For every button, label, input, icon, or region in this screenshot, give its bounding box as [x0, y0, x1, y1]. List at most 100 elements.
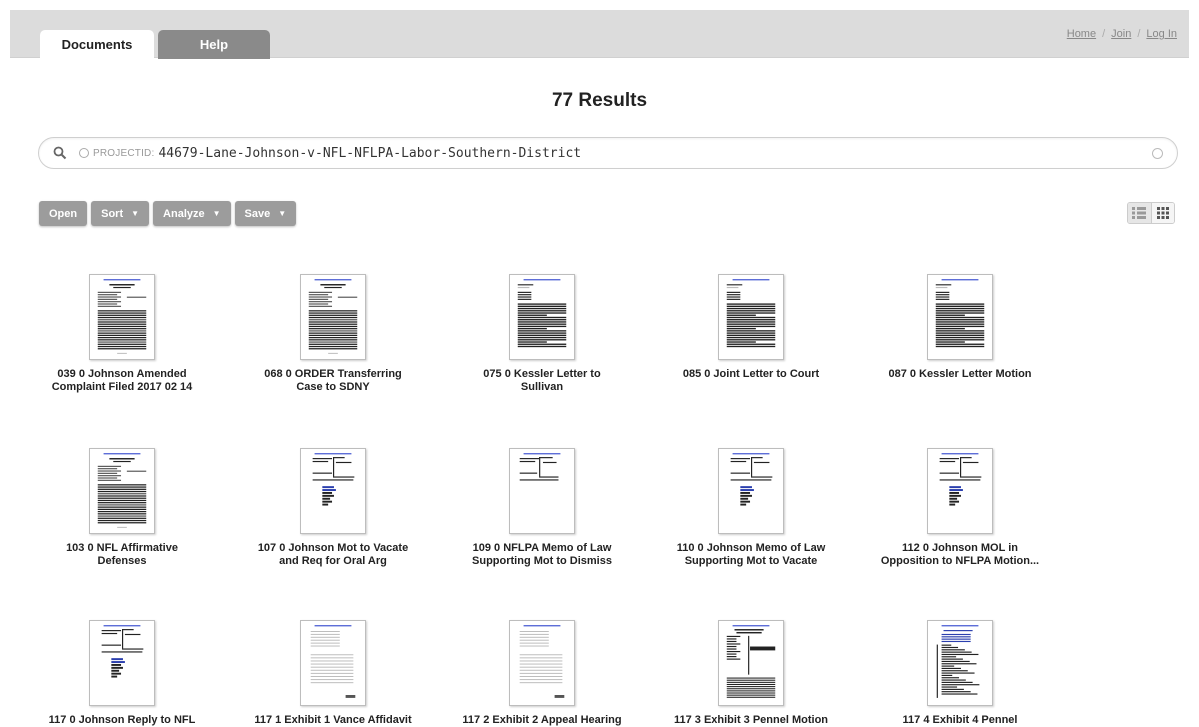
document-title-line: 075 0 Kessler Letter to	[483, 368, 601, 380]
document-thumbnail[interactable]	[509, 620, 575, 706]
document-tile[interactable]: 117 2 Exhibit 2 Appeal Hearing	[452, 620, 632, 727]
tab-help[interactable]: Help	[158, 30, 270, 59]
document-thumbnail[interactable]	[300, 448, 366, 534]
remove-token-icon[interactable]	[79, 148, 89, 158]
document-title[interactable]: 117 0 Johnson Reply to NFL	[32, 714, 212, 727]
document-title-line: 085 0 Joint Letter to Court	[682, 368, 820, 380]
chevron-down-icon: ▼	[212, 209, 221, 218]
document-title-line: Case to SDNY	[296, 381, 370, 393]
document-tile[interactable]: 085 0 Joint Letter to Court	[661, 274, 841, 381]
document-thumbnail[interactable]	[927, 620, 993, 706]
document-title[interactable]: 107 0 Johnson Mot to Vacate and Req for O…	[243, 542, 423, 568]
open-button[interactable]: Open	[39, 201, 88, 226]
document-title-line: Defenses	[97, 555, 147, 567]
chevron-down-icon: ▼	[278, 209, 287, 218]
top-nav-bar: Documents Help Home / Join / Log In	[10, 10, 1189, 59]
view-toggle	[1127, 202, 1175, 224]
list-view-icon	[1132, 207, 1147, 219]
document-title-line: 103 0 NFL Affirmative	[66, 542, 178, 554]
document-title[interactable]: 075 0 Kessler Letter to Sullivan	[452, 368, 632, 394]
search-icon[interactable]	[53, 146, 67, 160]
search-token-key: PROJECTID:	[93, 147, 155, 159]
login-link[interactable]: Log In	[1146, 28, 1177, 40]
document-title-line: 039 0 Johnson Amended	[57, 368, 187, 380]
document-title[interactable]: 039 0 Johnson Amended Complaint Filed 201…	[32, 368, 212, 394]
document-tile[interactable]: 117 1 Exhibit 1 Vance Affidavit	[243, 620, 423, 727]
document-tile[interactable]: 117 3 Exhibit 3 Pennel Motion	[661, 620, 841, 727]
document-title[interactable]: 109 0 NFLPA Memo of Law Supporting Mot to…	[452, 542, 632, 568]
document-tile[interactable]: 039 0 Johnson Amended Complaint Filed 201…	[32, 274, 212, 394]
document-title-line: Supporting Mot to Dismiss	[472, 555, 612, 567]
document-title[interactable]: 103 0 NFL Affirmative Defenses	[32, 542, 212, 568]
document-title-line: and Req for Oral Arg	[279, 555, 387, 567]
document-tile[interactable]: 110 0 Johnson Memo of Law Supporting Mot …	[661, 448, 841, 568]
document-title-line: 107 0 Johnson Mot to Vacate	[257, 542, 409, 554]
grid-view-icon	[1156, 207, 1169, 219]
document-title[interactable]: 087 0 Kessler Letter Motion	[870, 368, 1050, 381]
document-title[interactable]: 117 3 Exhibit 3 Pennel Motion	[661, 714, 841, 727]
results-count-title: 77 Results	[551, 90, 648, 111]
sort-button-label: Sort	[101, 207, 124, 220]
document-thumbnail[interactable]	[89, 274, 155, 360]
save-button[interactable]: Save ▼	[234, 201, 297, 226]
document-title-line: Supporting Mot to Vacate	[684, 555, 818, 567]
document-title-line: 109 0 NFLPA Memo of Law	[472, 542, 612, 554]
document-title-line: 117 3 Exhibit 3 Pennel Motion	[673, 714, 829, 726]
list-view-button[interactable]	[1128, 203, 1151, 223]
document-title[interactable]: 117 4 Exhibit 4 Pennel	[870, 714, 1050, 727]
document-title[interactable]: 085 0 Joint Letter to Court	[661, 368, 841, 381]
link-separator: /	[1137, 28, 1141, 40]
tab-documents[interactable]: Documents	[40, 30, 154, 59]
document-tile[interactable]: 109 0 NFLPA Memo of Law Supporting Mot to…	[452, 448, 632, 568]
document-title-line: Complaint Filed 2017 02 14	[51, 381, 193, 393]
sort-button[interactable]: Sort ▼	[91, 201, 150, 226]
open-button-label: Open	[49, 207, 78, 220]
document-title[interactable]: 110 0 Johnson Memo of Law Supporting Mot …	[661, 542, 841, 568]
document-title-line: 110 0 Johnson Memo of Law	[676, 542, 826, 554]
document-title[interactable]: 068 0 ORDER Transferring Case to SDNY	[243, 368, 423, 394]
document-thumbnail[interactable]	[718, 274, 784, 360]
document-tile[interactable]: 112 0 Johnson MOL in Opposition to NFLPA …	[870, 448, 1050, 568]
document-title-line: 087 0 Kessler Letter Motion	[888, 368, 1032, 380]
document-title[interactable]: 117 2 Exhibit 2 Appeal Hearing	[452, 714, 632, 727]
document-thumbnail[interactable]	[89, 448, 155, 534]
document-tile[interactable]: 103 0 NFL Affirmative Defenses	[32, 448, 212, 568]
join-link[interactable]: Join	[1111, 28, 1131, 40]
grid-view-button[interactable]	[1150, 203, 1174, 223]
document-thumbnail[interactable]	[89, 620, 155, 706]
document-tile[interactable]: 087 0 Kessler Letter Motion	[870, 274, 1050, 381]
account-links: Home / Join / Log In	[1067, 28, 1177, 40]
document-tile[interactable]: 075 0 Kessler Letter to Sullivan	[452, 274, 632, 394]
document-tile[interactable]: 068 0 ORDER Transferring Case to SDNY	[243, 274, 423, 394]
document-title[interactable]: 112 0 Johnson MOL in Opposition to NFLPA …	[870, 542, 1050, 568]
document-thumbnail[interactable]	[300, 620, 366, 706]
document-tile[interactable]: 107 0 Johnson Mot to Vacate and Req for O…	[243, 448, 423, 568]
document-thumbnail[interactable]	[300, 274, 366, 360]
document-title[interactable]: 117 1 Exhibit 1 Vance Affidavit	[243, 714, 423, 727]
search-bar[interactable]: PROJECTID: 44679-Lane-Johnson-v-NFL-NFLP…	[38, 137, 1178, 169]
document-thumbnail[interactable]	[718, 448, 784, 534]
link-separator: /	[1102, 28, 1106, 40]
clear-search-icon[interactable]	[1152, 148, 1163, 159]
document-title-line: 112 0 Johnson MOL in	[902, 542, 1018, 554]
analyze-button[interactable]: Analyze ▼	[153, 201, 231, 226]
document-title-line: Opposition to NFLPA Motion...	[880, 555, 1040, 567]
document-thumbnail[interactable]	[509, 448, 575, 534]
document-title-line: 117 1 Exhibit 1 Vance Affidavit	[254, 714, 412, 726]
document-title-line: 117 2 Exhibit 2 Appeal Hearing	[462, 714, 622, 726]
document-tile[interactable]: 117 4 Exhibit 4 Pennel	[870, 620, 1050, 727]
document-thumbnail[interactable]	[509, 274, 575, 360]
chevron-down-icon: ▼	[131, 209, 140, 218]
document-title-line: 068 0 ORDER Transferring	[264, 368, 402, 380]
document-title-line: Sullivan	[520, 381, 564, 393]
document-thumbnail[interactable]	[718, 620, 784, 706]
document-thumbnail[interactable]	[927, 448, 993, 534]
document-title-line: 117 0 Johnson Reply to NFL	[48, 714, 196, 726]
save-button-label: Save	[244, 207, 271, 220]
document-title-line: 117 4 Exhibit 4 Pennel	[902, 714, 1018, 726]
document-thumbnail[interactable]	[927, 274, 993, 360]
action-toolbar: Open Sort ▼ Analyze ▼ Save ▼	[39, 201, 297, 226]
search-token-value[interactable]: 44679-Lane-Johnson-v-NFL-NFLPA-Labor-Sou…	[158, 146, 581, 161]
home-link[interactable]: Home	[1067, 28, 1096, 40]
document-tile[interactable]: 117 0 Johnson Reply to NFL	[32, 620, 212, 727]
